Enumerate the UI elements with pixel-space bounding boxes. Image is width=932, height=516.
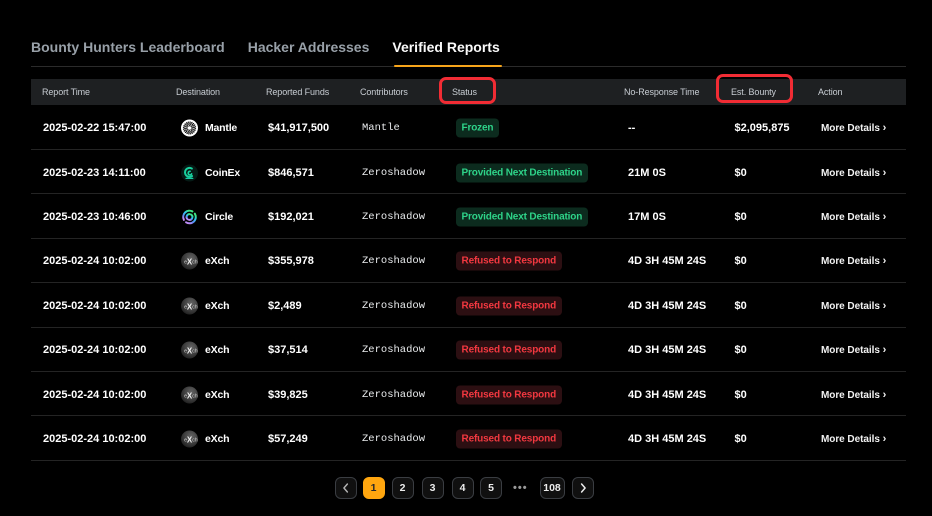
svg-text:ch: ch — [192, 438, 198, 444]
svg-text:ch: ch — [192, 393, 198, 399]
svg-text:ch: ch — [192, 349, 198, 355]
svg-text:ch: ch — [192, 260, 198, 266]
svg-text:ch: ch — [192, 304, 198, 310]
